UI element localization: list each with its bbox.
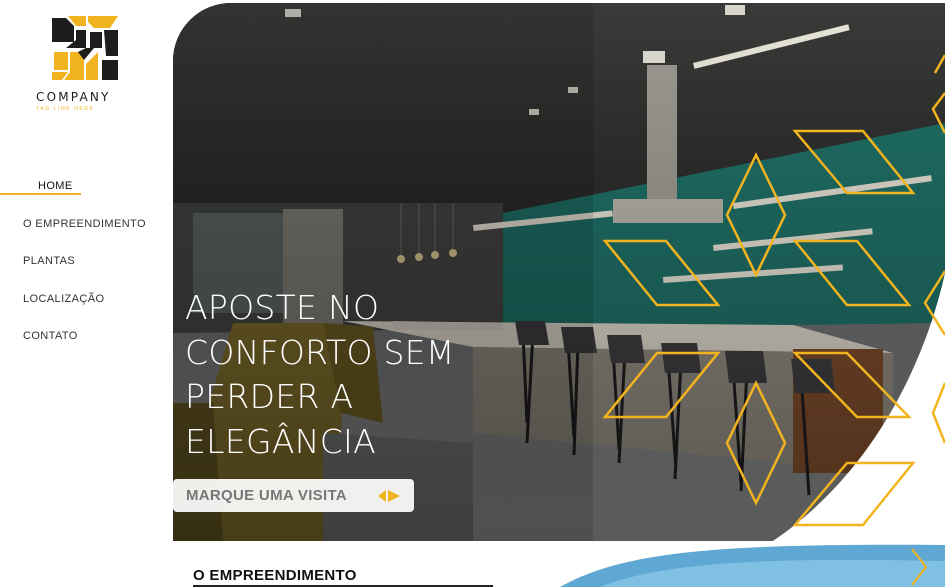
sidebar: COMPANY TAG LINE HERE HOME O EMPREENDIME… (0, 0, 173, 587)
double-chevron-icon (378, 490, 400, 502)
company-logo[interactable]: COMPANY TAG LINE HERE (36, 12, 140, 112)
nav-item-plantas[interactable]: PLANTAS (0, 247, 173, 285)
hero-banner: APOSTE NO CONFORTO SEM PERDER A ELEGÂNCI… (173, 3, 945, 541)
active-nav-underline (0, 193, 81, 195)
nav-item-label: HOME (38, 180, 73, 192)
section-title-o-empreendimento: O EMPREENDIMENTO (193, 567, 357, 584)
nav-item-o-empreendimento[interactable]: O EMPREENDIMENTO (0, 210, 173, 248)
company-tagline: TAG LINE HERE (36, 106, 95, 112)
schedule-visit-label: MARQUE UMA VISITA (186, 487, 347, 504)
nav-item-label: CONTATO (23, 330, 78, 342)
nav-item-contato[interactable]: CONTATO (0, 322, 173, 360)
hero-headline-line: CONFORTO SEM (185, 332, 455, 372)
hero-headline: APOSTE NO CONFORTO SEM PERDER A ELEGÂNCI… (185, 286, 505, 464)
hero-headline-line: PERDER A (185, 377, 354, 416)
schedule-visit-button[interactable]: MARQUE UMA VISITA (173, 479, 414, 512)
nav-item-label: O EMPREENDIMENTO (23, 217, 146, 230)
nav-item-label: LOCALIZAÇÃO (23, 292, 105, 305)
logo-mark-icon (52, 16, 118, 80)
section-decoration-image (560, 544, 945, 587)
main-navigation: HOME O EMPREENDIMENTO PLANTAS LOCALIZAÇÃ… (0, 172, 173, 360)
hero-headline-line: APOSTE NO (185, 288, 380, 327)
nav-item-label: PLANTAS (23, 255, 76, 267)
nav-item-localizacao[interactable]: LOCALIZAÇÃO (0, 285, 173, 323)
hero-headline-line: ELEGÂNCIA (185, 421, 376, 461)
company-name: COMPANY (36, 90, 111, 104)
nav-item-home[interactable]: HOME (0, 172, 173, 210)
